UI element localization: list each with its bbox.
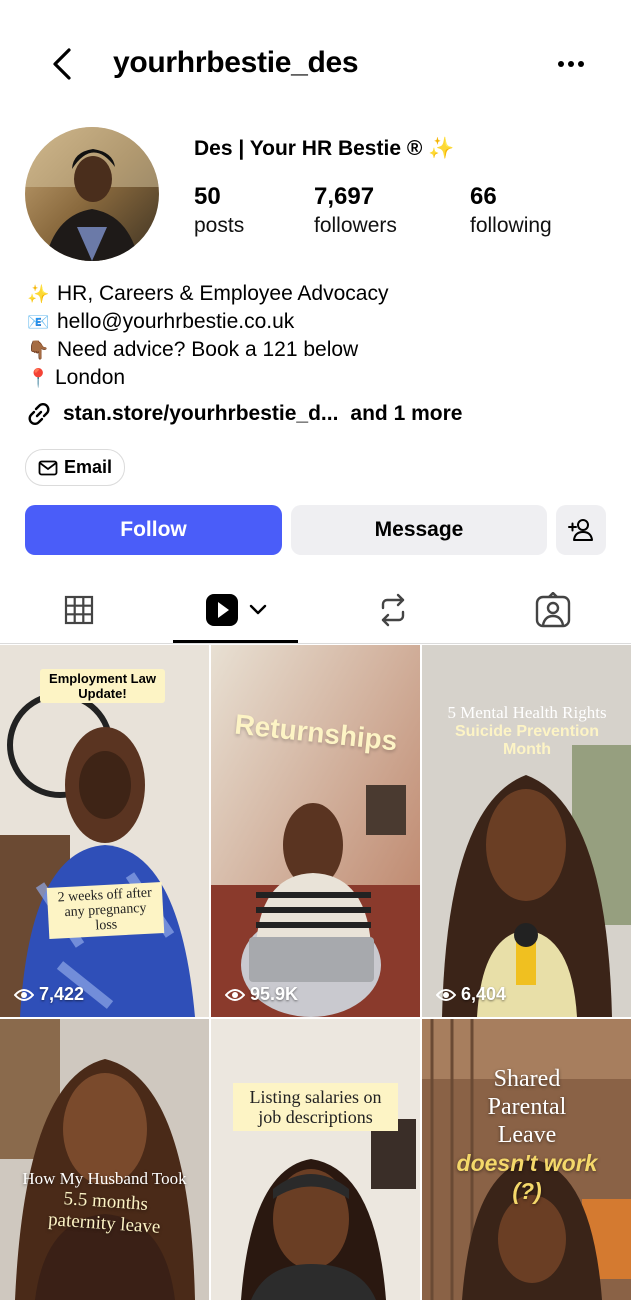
display-name-text: Des | Your HR Bestie ® (194, 137, 423, 160)
more-options-button[interactable] (551, 52, 591, 76)
avatar[interactable] (25, 127, 159, 261)
pin-emoji: 📍 (27, 368, 50, 388)
stat-value: 66 (470, 183, 497, 210)
reposts-tab[interactable] (314, 578, 471, 642)
link-more[interactable]: and 1 more (350, 402, 462, 426)
reel-thumbnail (211, 1019, 420, 1300)
stat-label: followers (314, 214, 397, 237)
suggested-users-button[interactable] (556, 505, 606, 555)
reels-grid: Employment Law Update! 2 weeks off after… (0, 645, 631, 1300)
stat-label: following (470, 214, 552, 237)
email-button-label: Email (63, 457, 113, 477)
reel-caption-bottom: Suicide Prevention Month (454, 723, 600, 758)
stat-value: 7,697 (314, 183, 375, 210)
reel-thumbnail (211, 645, 420, 1017)
bio-text: HR, Careers & Employee Advocacy (57, 282, 389, 305)
bio-line: ✨ HR, Careers & Employee Advocacy (27, 280, 388, 308)
reels-icon (205, 594, 238, 626)
grid-icon (64, 595, 93, 625)
profile-header: yourhrbestie_des (0, 0, 631, 128)
reel-thumbnail (0, 1019, 209, 1300)
bio-text: Need advice? Book a 121 below (57, 338, 359, 361)
stat-label: posts (194, 214, 245, 237)
view-count: 6,404 (436, 984, 506, 1005)
profile-tabs (0, 578, 631, 644)
bio: ✨ HR, Careers & Employee Advocacy 📧 hell… (27, 280, 388, 392)
bio-link[interactable]: stan.store/yourhrbestie_d... and 1 more (25, 400, 462, 428)
reel-tile[interactable]: How My Husband Took 5.5 months paternity… (0, 1019, 209, 1300)
tagged-user-icon (535, 592, 570, 628)
more-dots-icon (558, 61, 584, 67)
posts-count[interactable]: 50 posts (194, 182, 244, 240)
profile-username: yourhrbestie_des (113, 46, 359, 79)
sparkles-emoji: ✨ (428, 137, 455, 160)
bio-email-text[interactable]: hello@yourhrbestie.co.uk (57, 308, 294, 336)
reel-caption-top: Employment Law Update! (40, 669, 165, 703)
view-count: 7,422 (14, 984, 84, 1005)
reel-tile[interactable]: Returnships 95.9K (211, 645, 420, 1017)
repost-icon (381, 593, 404, 627)
reel-tile[interactable]: Employment Law Update! 2 weeks off after… (0, 645, 209, 1017)
avatar-image (25, 127, 159, 261)
view-count-text: 6,404 (461, 984, 507, 1004)
reel-caption-bottom: 2 weeks off after any pregnancy loss (46, 882, 165, 939)
active-tab-indicator (173, 640, 298, 643)
follow-button[interactable]: Follow (25, 505, 282, 555)
grid-tab[interactable] (0, 578, 157, 642)
stat-value: 50 (194, 183, 221, 210)
mail-icon (38, 460, 58, 475)
reel-caption-top: Shared Parental Leave (487, 1066, 567, 1148)
reels-tab[interactable] (173, 578, 298, 642)
link-url[interactable]: stan.store/yourhrbestie_d... (63, 402, 338, 426)
pointing-down-emoji: 👇🏾 (27, 340, 50, 360)
envelope-emoji: 📧 (27, 312, 50, 332)
eye-icon (14, 988, 34, 1001)
reel-tile[interactable]: Listing salaries on job descriptions (211, 1019, 420, 1300)
followers-count[interactable]: 7,697 followers (314, 182, 397, 240)
message-button[interactable]: Message (291, 505, 547, 555)
reel-caption-bottom: doesn't work (?) (456, 1150, 598, 1204)
bio-line: 📍 London (27, 364, 388, 392)
reel-tile[interactable]: Shared Parental Leave doesn't work (?) (422, 1019, 631, 1300)
link-icon (28, 403, 50, 425)
email-button[interactable]: Email (25, 449, 125, 486)
view-count-text: 7,422 (39, 984, 85, 1004)
bio-line: 📧 hello@yourhrbestie.co.uk (27, 308, 388, 336)
tagged-tab[interactable] (474, 578, 631, 642)
display-name: Des | Your HR Bestie ® ✨ (194, 137, 454, 161)
bio-location-text: London (55, 366, 126, 389)
back-button[interactable] (44, 44, 80, 84)
bio-line: 👇🏾 Need advice? Book a 121 below (27, 336, 388, 364)
reel-caption-top: 5 Mental Health Rights (447, 703, 607, 722)
eye-icon (225, 988, 245, 1001)
view-count: 95.9K (225, 984, 298, 1005)
reel-thumbnail (422, 645, 631, 1017)
view-count-text: 95.9K (250, 984, 299, 1004)
following-count[interactable]: 66 following (470, 182, 552, 240)
sparkles-emoji: ✨ (27, 284, 50, 304)
chevron-left-icon (53, 48, 71, 80)
reel-caption-top: Listing salaries on job descriptions (233, 1083, 398, 1131)
reel-tile[interactable]: 5 Mental Health Rights Suicide Preventio… (422, 645, 631, 1017)
chevron-down-icon (249, 604, 266, 615)
eye-icon (436, 988, 456, 1001)
add-user-icon (568, 519, 593, 541)
